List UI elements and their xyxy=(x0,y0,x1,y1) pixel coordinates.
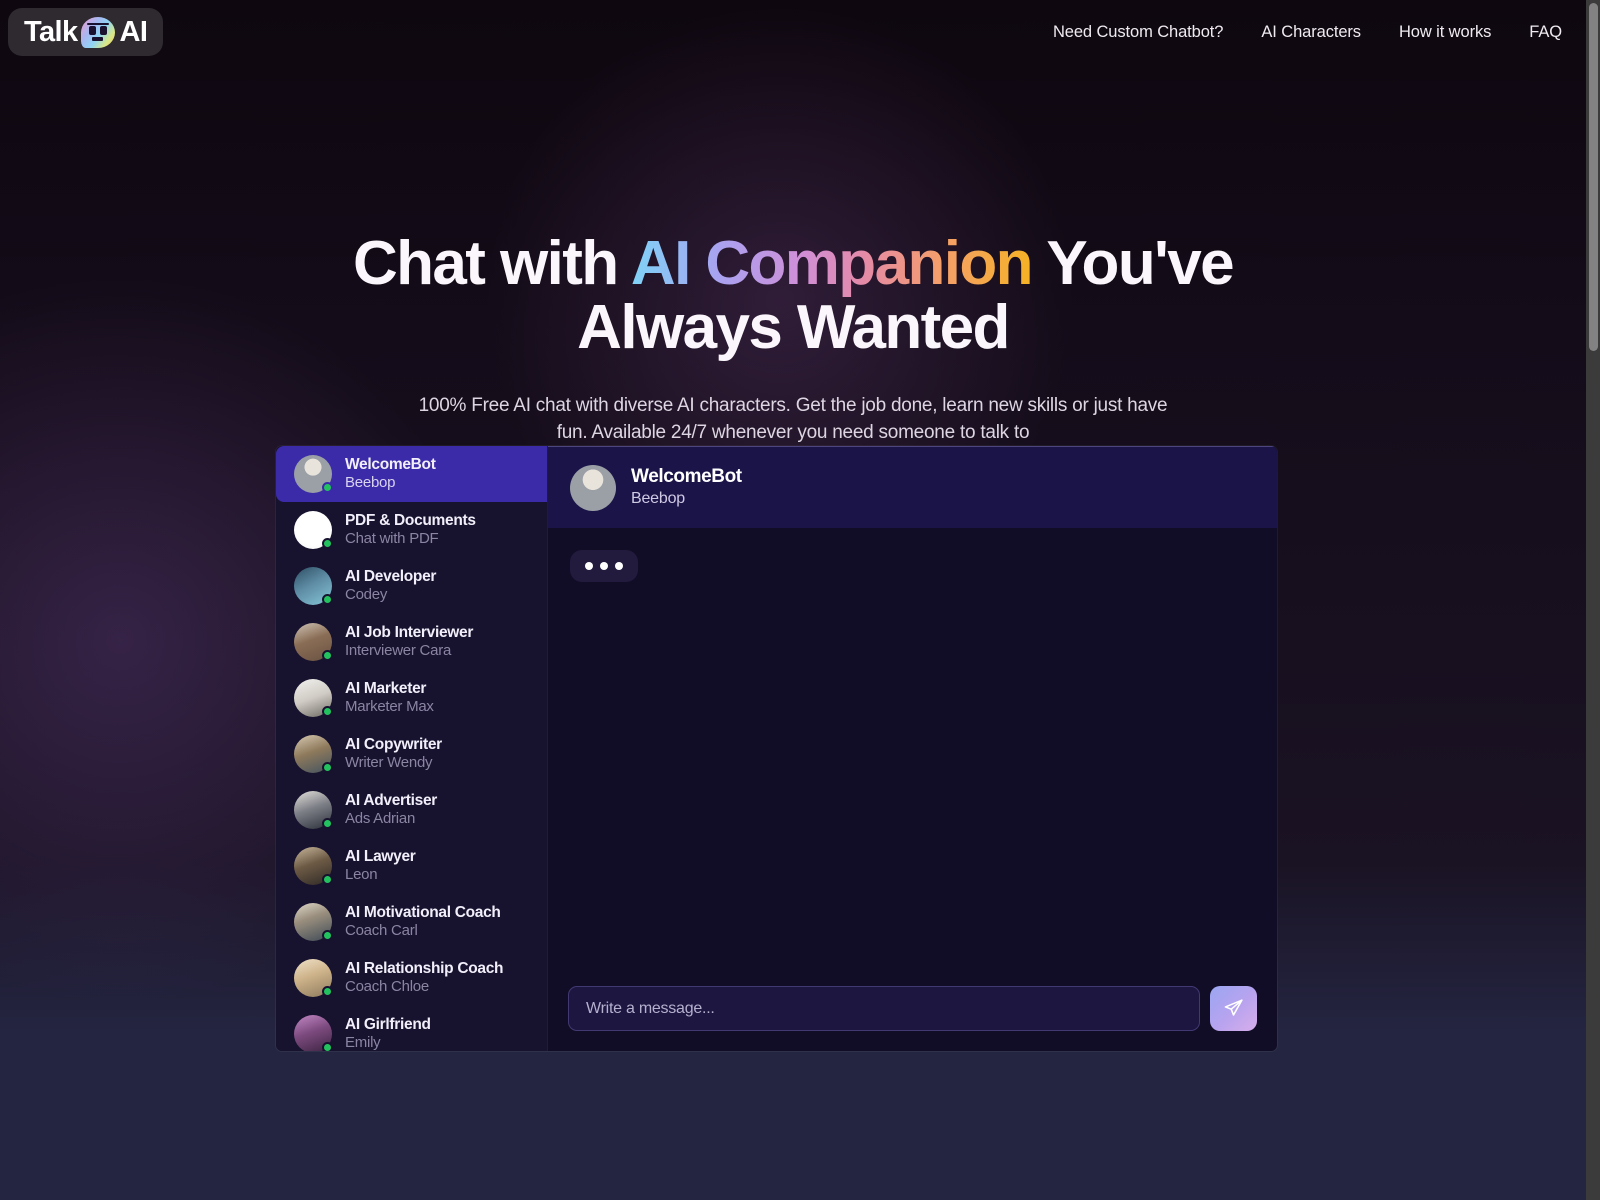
character-list-item[interactable]: AI Lawyer Leon xyxy=(276,838,547,894)
nav-link-how-it-works[interactable]: How it works xyxy=(1399,23,1491,42)
typing-dot xyxy=(600,562,608,570)
avatar xyxy=(294,679,333,717)
nav-link-custom-chatbot[interactable]: Need Custom Chatbot? xyxy=(1053,23,1224,42)
hero-subtitle: 100% Free AI chat with diverse AI charac… xyxy=(418,394,1168,444)
logo-text-right: AI xyxy=(119,15,148,48)
character-list[interactable]: WelcomeBot Beebop PDF & Documents Chat with… xyxy=(276,446,548,1051)
page-root: Talk AI Need Custom Chatbot? AI Characte… xyxy=(0,0,1586,1200)
paper-plane-icon xyxy=(1224,999,1243,1016)
chat-header-persona: Beebop xyxy=(631,489,685,507)
avatar xyxy=(294,455,333,493)
speech-bubble-face-icon xyxy=(81,16,116,48)
chat-header-name: WelcomeBot xyxy=(631,466,742,488)
avatar xyxy=(294,623,333,661)
character-name: AI Motivational Coach xyxy=(345,903,501,921)
online-status-dot xyxy=(322,930,333,941)
site-header: Talk AI Need Custom Chatbot? AI Characte… xyxy=(0,0,1586,64)
character-list-item[interactable]: AI Developer Codey xyxy=(276,558,547,614)
character-list-item[interactable]: AI Marketer Marketer Max xyxy=(276,670,547,726)
online-status-dot xyxy=(322,762,333,773)
avatar xyxy=(294,791,333,829)
hero-section: Chat with AI Companion You've Always Wan… xyxy=(0,232,1586,447)
online-status-dot xyxy=(322,594,333,605)
character-persona: Chat with PDF xyxy=(345,530,439,548)
chat-header-avatar xyxy=(570,464,616,511)
page-scrollbar[interactable] xyxy=(1586,0,1600,1200)
main-nav: Need Custom Chatbot? AI Characters How i… xyxy=(1053,23,1562,42)
avatar xyxy=(294,511,333,549)
character-list-item[interactable]: AI Motivational Coach Coach Carl xyxy=(276,894,547,950)
character-name: AI Developer xyxy=(345,567,437,585)
character-persona: Beebop xyxy=(345,474,396,492)
character-persona: Codey xyxy=(345,586,388,604)
character-name: PDF & Documents xyxy=(345,511,476,529)
send-button[interactable] xyxy=(1210,986,1257,1031)
online-status-dot xyxy=(322,482,333,493)
online-status-dot xyxy=(322,538,333,549)
message-composer xyxy=(548,972,1277,1051)
character-name: AI Relationship Coach xyxy=(345,959,504,977)
character-list-item[interactable]: PDF & Documents Chat with PDF xyxy=(276,502,547,558)
character-name: AI Copywriter xyxy=(345,735,442,753)
online-status-dot xyxy=(322,650,333,661)
online-status-dot xyxy=(322,874,333,885)
message-input[interactable] xyxy=(568,986,1200,1031)
online-status-dot xyxy=(322,818,333,829)
character-list-item[interactable]: WelcomeBot Beebop xyxy=(276,446,547,502)
title-gradient-text: AI Companion xyxy=(630,229,1034,298)
typing-dot xyxy=(615,562,623,570)
character-list-item[interactable]: AI Copywriter Writer Wendy xyxy=(276,726,547,782)
character-persona: Marketer Max xyxy=(345,698,434,716)
character-list-item[interactable]: AI Relationship Coach Coach Chloe xyxy=(276,950,547,1006)
character-persona: Leon xyxy=(345,866,378,884)
chat-messages-area xyxy=(548,528,1277,972)
character-name: AI Lawyer xyxy=(345,847,416,865)
character-persona: Writer Wendy xyxy=(345,754,433,772)
logo[interactable]: Talk AI xyxy=(8,8,164,56)
avatar xyxy=(294,903,333,941)
character-name: AI Marketer xyxy=(345,679,427,697)
online-status-dot xyxy=(322,1042,333,1051)
character-persona: Coach Chloe xyxy=(345,978,429,996)
page-scrollbar-thumb[interactable] xyxy=(1589,3,1598,351)
chat-widget: WelcomeBot Beebop PDF & Documents Chat with… xyxy=(276,446,1277,1051)
chat-pane: WelcomeBot Beebop xyxy=(548,446,1277,1051)
typing-indicator xyxy=(570,550,638,582)
character-persona: Ads Adrian xyxy=(345,810,416,828)
character-name: AI Advertiser xyxy=(345,791,438,809)
character-persona: Interviewer Cara xyxy=(345,642,452,660)
avatar xyxy=(294,847,333,885)
online-status-dot xyxy=(322,986,333,997)
character-name: WelcomeBot xyxy=(345,455,436,473)
character-name: AI Girlfriend xyxy=(345,1015,431,1033)
character-name: AI Job Interviewer xyxy=(345,623,474,641)
page-title: Chat with AI Companion You've Always Wan… xyxy=(323,232,1263,360)
character-persona: Emily xyxy=(345,1034,381,1051)
chat-header: WelcomeBot Beebop xyxy=(548,446,1277,528)
avatar xyxy=(294,959,333,997)
character-list-item[interactable]: AI Job Interviewer Interviewer Cara xyxy=(276,614,547,670)
title-part-1: Chat with xyxy=(352,229,631,298)
character-list-item[interactable]: AI Advertiser Ads Adrian xyxy=(276,782,547,838)
online-status-dot xyxy=(322,706,333,717)
character-persona: Coach Carl xyxy=(345,922,418,940)
avatar xyxy=(294,1015,333,1051)
nav-link-faq[interactable]: FAQ xyxy=(1529,23,1562,42)
nav-link-ai-characters[interactable]: AI Characters xyxy=(1261,23,1361,42)
avatar xyxy=(294,567,333,605)
typing-dot xyxy=(585,562,593,570)
character-list-item[interactable]: AI Girlfriend Emily xyxy=(276,1006,547,1051)
avatar xyxy=(294,735,333,773)
logo-text-left: Talk xyxy=(24,15,78,48)
